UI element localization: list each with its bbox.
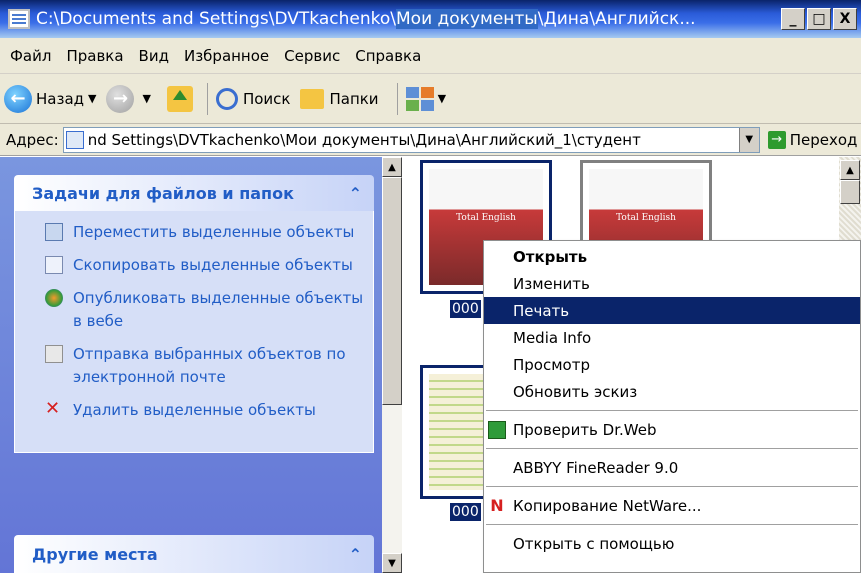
task-email-label: Отправка выбранных объектов по электронн…	[73, 345, 346, 386]
collapse-chevron-icon[interactable]: ⌃	[349, 184, 362, 203]
folder-up-icon[interactable]	[166, 85, 193, 112]
menu-separator	[486, 486, 858, 487]
files-scroll-thumb[interactable]	[840, 180, 860, 204]
menu-edit[interactable]: Правка	[66, 47, 123, 65]
scroll-thumb[interactable]	[382, 177, 402, 405]
file-tasks-header[interactable]: Задачи для файлов и папок ⌃	[14, 175, 374, 211]
back-arrow-icon: ←	[4, 84, 32, 113]
menu-item-netware-copy[interactable]: N Копирование NetWare...	[484, 492, 860, 519]
task-delete[interactable]: ✕ Удалить выделенные объекты	[45, 399, 365, 422]
forward-dropdown-icon[interactable]: ▼	[142, 92, 150, 105]
menu-separator	[486, 524, 858, 525]
menu-bar: Файл Правка Вид Избранное Сервис Справка	[0, 38, 861, 74]
menu-item-preview[interactable]: Просмотр	[484, 351, 860, 378]
maximize-button[interactable]: □	[807, 8, 831, 30]
views-icon	[405, 86, 434, 111]
drweb-icon	[488, 420, 506, 439]
search-icon	[215, 87, 238, 110]
views-dropdown-icon[interactable]: ▼	[438, 92, 446, 105]
task-copy-label: Скопировать выделенные объекты	[73, 256, 353, 274]
file-tasks-panel: Задачи для файлов и папок ⌃ Переместить …	[14, 175, 374, 453]
menu-item-drweb[interactable]: Проверить Dr.Web	[484, 416, 860, 443]
views-button[interactable]: ▼	[405, 86, 446, 111]
task-email[interactable]: Отправка выбранных объектов по электронн…	[45, 343, 365, 389]
menu-item-print[interactable]: Печать	[484, 297, 860, 324]
copy-icon	[45, 256, 63, 274]
task-copy[interactable]: Скопировать выделенные объекты	[45, 254, 365, 277]
title-path-2: Мои документы	[396, 9, 538, 29]
move-icon	[45, 223, 63, 241]
scroll-up-button[interactable]: ▲	[382, 157, 402, 177]
expand-chevron-icon[interactable]: ⌃	[349, 545, 362, 564]
close-button[interactable]: X	[833, 8, 857, 30]
mail-icon	[45, 345, 63, 363]
menu-item-netware-label: Копирование NetWare...	[513, 496, 702, 515]
menu-item-open[interactable]: Открыть	[484, 243, 860, 270]
menu-file[interactable]: Файл	[10, 47, 51, 65]
publish-icon	[45, 289, 63, 307]
back-label: Назад	[36, 89, 85, 108]
task-move[interactable]: Переместить выделенные объекты	[45, 221, 365, 244]
toolbar-separator	[396, 82, 398, 115]
task-delete-label: Удалить выделенные объекты	[73, 401, 316, 419]
folders-icon	[300, 88, 325, 109]
task-publish-label: Опубликовать выделенные объекты в вебе	[73, 289, 364, 330]
toolbar-separator	[206, 82, 208, 115]
tasks-scrollbar[interactable]: ▲ ▼	[382, 157, 402, 573]
files-scroll-up-button[interactable]: ▲	[840, 160, 860, 180]
back-button[interactable]: ← Назад ▼	[4, 84, 96, 113]
scroll-down-button[interactable]: ▼	[382, 553, 402, 573]
delete-icon: ✕	[45, 398, 61, 419]
menu-favorites[interactable]: Избранное	[184, 47, 269, 65]
address-value: nd Settings\DVTkachenko\Мои документы\Ди…	[87, 130, 641, 149]
menu-item-edit[interactable]: Изменить	[484, 270, 860, 297]
tasks-pane: Задачи для файлов и папок ⌃ Переместить …	[0, 157, 402, 573]
folder-window-icon	[8, 9, 30, 29]
menu-item-finereader[interactable]: ABBYY FineReader 9.0	[484, 454, 860, 481]
task-publish[interactable]: Опубликовать выделенные объекты в вебе	[45, 287, 365, 333]
task-move-label: Переместить выделенные объекты	[73, 223, 355, 241]
forward-button[interactable]: → ▼	[106, 84, 151, 113]
file-name-label[interactable]: 000	[450, 300, 481, 318]
file-tasks-list: Переместить выделенные объекты Скопирова…	[14, 211, 374, 453]
menu-separator	[486, 448, 858, 449]
other-places-header[interactable]: Другие места ⌃	[14, 535, 374, 573]
folders-button[interactable]: Папки	[300, 88, 379, 109]
menu-tools[interactable]: Сервис	[284, 47, 340, 65]
title-path-3: \Дина\	[537, 9, 596, 29]
other-places-title: Другие места	[32, 544, 158, 564]
menu-item-media-info[interactable]: Media Info	[484, 324, 860, 351]
menu-item-open-with[interactable]: Открыть с помощью	[484, 530, 860, 557]
search-button[interactable]: Поиск	[215, 87, 291, 110]
address-input[interactable]: nd Settings\DVTkachenko\Мои документы\Ди…	[62, 126, 760, 153]
book-title: Total English	[456, 213, 516, 224]
title-path-4: Английск...	[595, 9, 696, 29]
address-bar: Адрес: nd Settings\DVTkachenko\Мои докум…	[0, 124, 861, 156]
address-label: Адрес:	[6, 130, 59, 149]
search-label: Поиск	[242, 89, 291, 108]
file-tasks-title: Задачи для файлов и папок	[32, 183, 294, 203]
book-title: Total English	[616, 213, 676, 224]
minimize-button[interactable]: _	[781, 8, 805, 30]
menu-help[interactable]: Справка	[355, 47, 421, 65]
menu-item-refresh-thumbnail[interactable]: Обновить эскиз	[484, 378, 860, 405]
file-name-label[interactable]: 000	[450, 503, 481, 521]
toolbar: ← Назад ▼ → ▼ Поиск Папки ▼	[0, 74, 861, 124]
netware-icon: N	[490, 496, 504, 515]
title-path-1: C:\Documents and Settings\DVTkachenko\	[36, 9, 396, 29]
folder-icon	[65, 130, 84, 149]
menu-item-drweb-label: Проверить Dr.Web	[513, 420, 657, 439]
folders-label: Папки	[329, 89, 379, 108]
go-label: Переход	[789, 130, 858, 149]
go-button[interactable]: → Переход	[767, 130, 858, 149]
menu-view[interactable]: Вид	[139, 47, 169, 65]
menu-separator	[486, 410, 858, 411]
address-dropdown-icon[interactable]: ▼	[738, 127, 759, 152]
forward-arrow-icon: →	[106, 84, 135, 113]
context-menu: Открыть Изменить Печать Media Info Просм…	[483, 240, 861, 573]
go-arrow-icon: →	[767, 130, 786, 149]
back-dropdown-icon[interactable]: ▼	[88, 92, 96, 105]
title-bar: C:\Documents and Settings\DVTkachenko\ Мо…	[0, 0, 861, 38]
